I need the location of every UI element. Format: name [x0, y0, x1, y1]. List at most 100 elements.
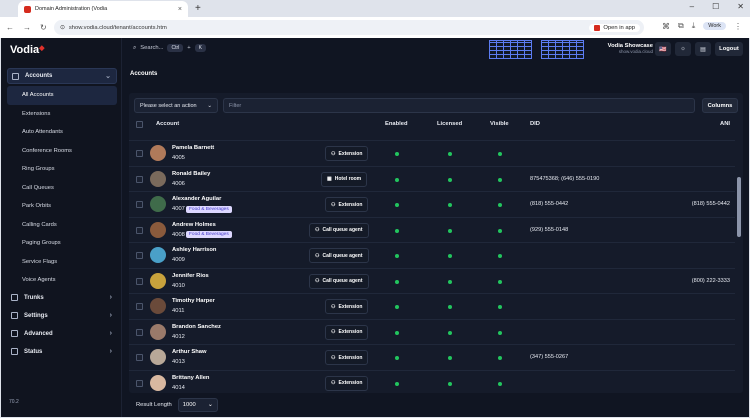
account-type-badge[interactable]: ⚇ Extension [325, 146, 369, 161]
account-name[interactable]: Jennifer Rios [172, 273, 209, 279]
filter-input[interactable]: Filter [223, 98, 695, 113]
row-checkbox[interactable] [136, 150, 143, 157]
table-row[interactable]: Brandon Sanchez 4012 ⚇ Extension [129, 318, 735, 345]
sidebar-item-ring-groups[interactable]: Ring Groups [7, 160, 117, 179]
sidebar-item-paging-groups[interactable]: Paging Groups [7, 234, 117, 253]
flag-icon[interactable]: 🇺🇸 [655, 42, 671, 56]
account-extension: 4007 [172, 206, 185, 212]
address-bar[interactable]: ⊙ show.vodia.cloud/tenant/accounts.htm O… [54, 20, 644, 35]
table-row[interactable]: Timothy Harper 4011 ⚇ Extension [129, 293, 735, 319]
sidebar-item-calling-cards[interactable]: Calling Cards [7, 216, 117, 235]
tab-bar: Domain Administration (Vodia × + – ☐ ✕ [0, 0, 750, 17]
account-name[interactable]: Andrew Holmes [172, 222, 216, 228]
sidebar-section-settings[interactable]: Settings › [7, 308, 117, 324]
account-name[interactable]: Ashley Harrison [172, 247, 216, 253]
sidebar-section-trunks[interactable]: Trunks › [7, 290, 117, 306]
enabled-indicator [395, 254, 399, 258]
account-type-badge[interactable]: ⚇ Extension [325, 299, 369, 314]
reload-icon[interactable]: ↻ [40, 23, 47, 32]
table-row[interactable]: Ronald Bailey 4006 ▦ Hotel room 875475368; … [129, 165, 735, 192]
sidebar-section-accounts[interactable]: Accounts ⌄ [7, 68, 117, 84]
row-checkbox[interactable] [136, 379, 143, 387]
row-checkbox[interactable] [136, 226, 143, 234]
table-row[interactable]: Alexander Aguilar 4007 Food & Beverages ⚇ E… [129, 191, 735, 217]
maximize-icon[interactable]: ☐ [712, 2, 719, 11]
logout-button[interactable]: Logout [715, 42, 743, 56]
scrollbar-thumb[interactable] [737, 177, 741, 237]
row-checkbox[interactable] [136, 354, 143, 361]
row-checkbox[interactable] [136, 201, 143, 208]
menu-icon[interactable]: ⋮ [734, 22, 742, 31]
download-icon[interactable]: ⤓ [692, 21, 696, 31]
row-checkbox[interactable] [136, 252, 143, 259]
theme-icon[interactable]: ☼ [675, 42, 691, 56]
sidebar-item-service-flags[interactable]: Service Flags [7, 253, 117, 272]
row-checkbox[interactable] [136, 303, 143, 310]
table-row[interactable]: Ashley Harrison 4009 ⚇ Call queue agent [129, 242, 735, 268]
account-name[interactable]: Ronald Bailey [172, 171, 210, 177]
table-row[interactable]: Jennifer Rios 4010 ⚇ Call queue agent (800)… [129, 267, 735, 294]
back-icon[interactable]: ← [6, 23, 14, 32]
notes-icon[interactable]: ▤ [695, 42, 711, 56]
select-all-checkbox[interactable] [136, 121, 143, 128]
status-grid-widget[interactable] [489, 40, 532, 59]
extensions-icon[interactable]: ⧉ [678, 21, 684, 31]
account-type-badge[interactable]: ⚇ Extension [325, 197, 369, 212]
status-grid-widget[interactable] [541, 40, 584, 59]
header-ani[interactable]: ANI [720, 121, 730, 127]
avatar [150, 145, 166, 161]
header-visible[interactable]: Visible [490, 121, 509, 127]
open-in-app-button[interactable]: Open in app [589, 23, 640, 32]
row-checkbox[interactable] [136, 277, 143, 285]
user-icon: ⚇ [331, 380, 336, 386]
account-name[interactable]: Brittany Allen [172, 375, 209, 381]
sidebar-item-all-accounts[interactable]: All Accounts [7, 86, 117, 105]
sidebar-item-call-queues[interactable]: Call Queues [7, 179, 117, 198]
account-name[interactable]: Brandon Sanchez [172, 324, 221, 330]
header-account[interactable]: Account [156, 121, 179, 127]
account-type-badge[interactable]: ⚇ Call queue agent [309, 248, 369, 263]
search-button[interactable]: ⌕ Search... Ctrl + K [133, 44, 206, 52]
header-licensed[interactable]: Licensed [437, 121, 462, 127]
vodia-logo[interactable]: Vodia◆ [10, 44, 45, 56]
sidebar-section-status[interactable]: Status › [7, 344, 117, 360]
table-row[interactable]: Andrew Holmes 4008 Food & Beverages ⚇ Call … [129, 216, 735, 243]
account-type-badge[interactable]: ▦ Hotel room [321, 171, 368, 187]
profile-button[interactable]: Work [703, 22, 726, 30]
account-type-badge[interactable]: ⚇ Call queue agent [309, 222, 369, 238]
site-info-icon[interactable]: ⊙ [60, 25, 65, 31]
account-type-badge[interactable]: ⚇ Extension [325, 324, 369, 340]
sidebar-item-park-orbits[interactable]: Park Orbits [7, 197, 117, 216]
section-label: Settings [24, 312, 48, 319]
account-type-badge[interactable]: ⚇ Extension [325, 350, 369, 365]
table-row[interactable]: Arthur Shaw 4013 ⚇ Extension (347) 555-0267 [129, 344, 735, 370]
sidebar-section-advanced[interactable]: Advanced › [7, 326, 117, 342]
account-type-badge[interactable]: ⚇ Call queue agent [309, 273, 369, 289]
sidebar-item-voice-agents[interactable]: Voice Agents [7, 271, 117, 290]
close-tab-icon[interactable]: × [178, 6, 182, 13]
account-name[interactable]: Arthur Shaw [172, 349, 206, 355]
sidebar-item-conference-rooms[interactable]: Conference Rooms [7, 142, 117, 161]
translate-icon[interactable]: ⌘ [662, 22, 670, 31]
row-checkbox[interactable] [136, 328, 143, 336]
action-select[interactable]: Please select an action ⌄ [134, 98, 218, 113]
columns-button[interactable]: Columns [702, 98, 738, 113]
account-name[interactable]: Pamela Barnett [172, 145, 214, 151]
minimize-icon[interactable]: – [690, 2, 694, 11]
sidebar-item-extensions[interactable]: Extensions [7, 105, 117, 124]
sidebar-item-auto-attendants[interactable]: Auto Attendants [7, 123, 117, 142]
header-enabled[interactable]: Enabled [385, 121, 408, 127]
table-row[interactable]: Brittany Allen 4014 ⚇ Extension [129, 369, 735, 393]
new-tab-icon[interactable]: + [195, 3, 201, 14]
browser-tab[interactable]: Domain Administration (Vodia × [18, 1, 188, 17]
header-did[interactable]: DID [530, 121, 540, 127]
account-name[interactable]: Timothy Harper [172, 298, 215, 304]
table-row[interactable]: Pamela Barnett 4005 ⚇ Extension [129, 140, 735, 166]
table-scrollbar[interactable] [736, 132, 742, 387]
result-length-select[interactable]: 1000 ⌄ [177, 398, 218, 412]
forward-icon[interactable]: → [23, 23, 31, 32]
close-window-icon[interactable]: ✕ [737, 2, 744, 11]
account-type-badge[interactable]: ⚇ Extension [325, 375, 369, 391]
row-checkbox[interactable] [136, 175, 143, 183]
account-name[interactable]: Alexander Aguilar [172, 196, 221, 202]
